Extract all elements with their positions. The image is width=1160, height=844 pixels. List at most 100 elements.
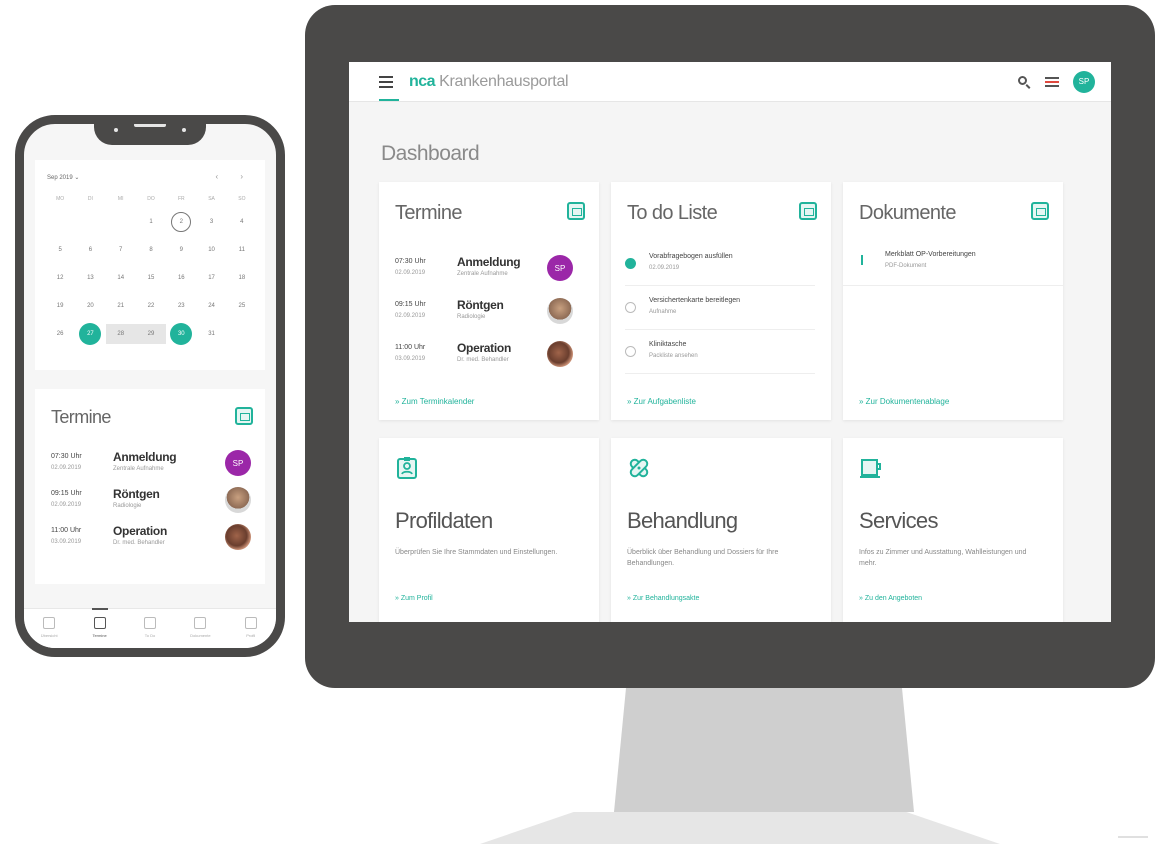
month-nav[interactable]: ‹ › (215, 172, 253, 181)
month-selector[interactable]: Sep 2019 ⌄ (47, 174, 79, 181)
todo-item[interactable]: Kliniktasche Packliste ansehen (625, 334, 815, 374)
tab-label: Termine (92, 632, 107, 638)
tab-item[interactable]: Dokumente (182, 614, 218, 644)
monitor-stand (614, 688, 914, 812)
calendar-day[interactable]: 19 (45, 296, 75, 316)
appointment-row[interactable]: 07:30 Uhr 02.09.2019 Anmeldung Zentrale … (395, 252, 573, 288)
appointment-name: Operation (113, 524, 167, 538)
calendar-day[interactable]: 20 (75, 296, 105, 316)
calendar-day[interactable]: 24 (196, 296, 226, 316)
calendar-day[interactable]: 10 (196, 240, 226, 260)
todo-item[interactable]: Versichertenkarte bereitlegen Aufnahme (625, 290, 815, 330)
tile-link[interactable]: » Zur Behandlungsakte (627, 595, 699, 602)
tab-item[interactable]: Profil (233, 614, 269, 644)
calendar-day[interactable]: 21 (106, 296, 136, 316)
day-number: 9 (179, 247, 183, 253)
active-tab-indicator (379, 99, 399, 101)
documents-icon[interactable] (1031, 202, 1049, 220)
profile-tile[interactable]: Profildaten Überprüfen Sie Ihre Stammdat… (379, 438, 599, 622)
calendar-day[interactable]: 13 (75, 268, 105, 288)
tile-link[interactable]: » Zum Profil (395, 595, 433, 602)
calendar-day[interactable]: 7 (106, 240, 136, 260)
brand-logo[interactable]: nca (409, 73, 436, 91)
appointment-row[interactable]: 07:30 Uhr 02.09.2019 Anmeldung Zentrale … (51, 447, 251, 483)
calendar-day[interactable]: 11 (227, 240, 257, 260)
checklist-icon[interactable] (799, 202, 817, 220)
calendar-day[interactable]: 29 (135, 324, 167, 344)
day-number: 23 (177, 303, 185, 309)
day-number: 14 (117, 275, 125, 281)
day-number: 15 (147, 275, 155, 281)
day-number: 4 (240, 219, 244, 225)
avatar (547, 298, 573, 324)
services-tile[interactable]: Services Infos zu Zimmer und Ausstattung… (843, 438, 1063, 622)
avatar: SP (225, 450, 251, 476)
profile-icon (397, 457, 417, 479)
avatar: SP (547, 255, 573, 281)
calendar-day[interactable]: 4 (227, 212, 257, 232)
appointment-time: 09:15 Uhr (51, 490, 82, 497)
document-type: PDF-Dokument (885, 263, 927, 269)
todo-sub: 02.09.2019 (649, 265, 680, 271)
search-icon[interactable] (1017, 75, 1031, 89)
appointment-row[interactable]: 11:00 Uhr 03.09.2019 Operation Dr. med. … (51, 521, 251, 557)
day-number: 3 (209, 219, 214, 225)
appointment-location: Radiologie (113, 503, 142, 509)
calendar-day[interactable]: 5 (45, 240, 75, 260)
menu-icon[interactable] (379, 75, 393, 88)
day-number: 24 (208, 303, 215, 309)
weekday-label: DI (87, 196, 93, 202)
calendar-day[interactable]: 26 (45, 324, 75, 344)
calendar-day[interactable]: 15 (136, 268, 166, 288)
calendar-day[interactable]: 3 (196, 212, 226, 232)
calendar-day[interactable]: 30 (166, 323, 196, 345)
calendar-day[interactable]: 17 (196, 268, 226, 288)
treatment-tile[interactable]: Behandlung Überblick über Behandlung und… (611, 438, 831, 622)
todo-title: To do Liste (627, 202, 718, 224)
tab-item[interactable]: Übersicht (31, 614, 67, 644)
calendar-icon[interactable] (235, 407, 253, 425)
calendar-day[interactable]: 18 (227, 268, 257, 288)
tile-title: Profildaten (395, 508, 493, 533)
tab-item[interactable]: Termine (82, 607, 118, 644)
calendar-day[interactable]: 6 (75, 240, 105, 260)
appointment-row[interactable]: 09:15 Uhr 02.09.2019 Röntgen Radiologie (51, 484, 251, 520)
calendar-icon[interactable] (567, 202, 585, 220)
calendar-day[interactable]: 23 (166, 296, 196, 316)
calendar-day[interactable]: 8 (136, 240, 166, 260)
calendar-day[interactable]: 12 (45, 268, 75, 288)
tab-item[interactable]: To Do (132, 614, 168, 644)
todo-link[interactable]: » Zur Aufgabenliste (627, 397, 696, 406)
checkbox-checked-icon[interactable] (625, 258, 636, 269)
calendar-day[interactable]: 22 (136, 296, 166, 316)
calendar-day[interactable]: 25 (227, 296, 257, 316)
calendar: Sep 2019 ⌄ ‹ › MO DI MI DO FR SA SO 1 2 3 4 5 6 7 8 9 10… (35, 160, 265, 370)
checkbox-icon[interactable] (625, 302, 636, 313)
mobile-termine-card: Termine 07:30 Uhr 02.09.2019 Anmeldung Z… (35, 389, 265, 584)
notifications-icon[interactable] (1045, 75, 1059, 89)
appointment-date: 02.09.2019 (51, 502, 82, 508)
user-avatar[interactable]: SP (1073, 70, 1095, 93)
documents-title: Dokumente (859, 202, 956, 224)
tab-icon (43, 616, 56, 629)
sensor-dot (182, 128, 186, 132)
appointment-row[interactable]: 09:15 Uhr 02.09.2019 Röntgen Radiologie (395, 295, 573, 331)
calendar-grid: MO DI MI DO FR SA SO 1 2 3 4 5 6 7 8 9 10 11 12 13 14 15 16 17 1… (45, 194, 257, 345)
termine-title: Termine (395, 202, 463, 224)
tile-link[interactable]: » Zu den Angeboten (859, 595, 922, 602)
checkbox-icon[interactable] (625, 346, 636, 357)
calendar-day[interactable]: 14 (106, 268, 136, 288)
calendar-day[interactable]: 16 (166, 268, 196, 288)
calendar-day[interactable]: 2 (166, 212, 196, 232)
document-item[interactable]: Merkblatt OP-Vorbereitungen PDF-Dokument (843, 242, 1063, 286)
appointment-row[interactable]: 11:00 Uhr 03.09.2019 Operation Dr. med. … (395, 338, 573, 374)
calendar-day[interactable]: 31 (196, 324, 226, 344)
calendar-day[interactable]: 28 (105, 324, 136, 344)
calendar-day[interactable]: 9 (166, 240, 196, 260)
termine-link[interactable]: » Zum Terminkalender (395, 397, 474, 406)
calendar-day[interactable]: 27 (75, 323, 105, 345)
documents-link[interactable]: » Zur Dokumentenablage (859, 397, 949, 406)
calendar-day[interactable]: 1 (136, 212, 166, 232)
todo-item[interactable]: Vorabfragebogen ausfüllen 02.09.2019 (625, 246, 815, 286)
appointment-name: Röntgen (113, 487, 160, 501)
